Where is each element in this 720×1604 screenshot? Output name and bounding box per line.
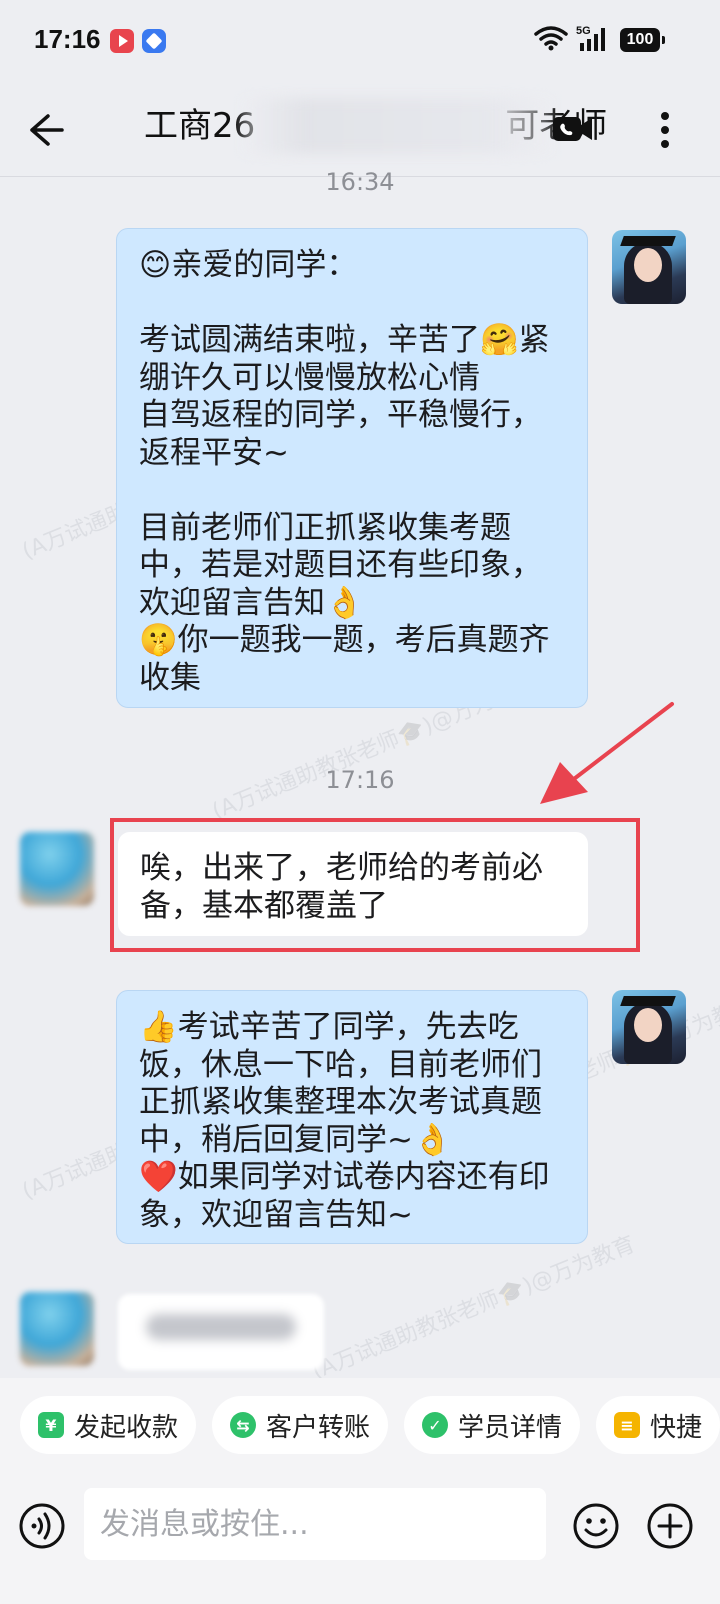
message-timestamp: 16:34 (325, 168, 395, 196)
emoji-icon[interactable] (572, 1502, 620, 1550)
video-app-notification-icon (110, 29, 134, 53)
quick-action-student-details[interactable]: ✓ 学员详情 (404, 1396, 581, 1454)
video-call-icon[interactable] (552, 114, 594, 144)
message-input-bar (0, 1478, 720, 1604)
teacher-avatar[interactable] (612, 990, 686, 1064)
more-options-icon[interactable] (660, 108, 670, 152)
quick-action-bar: ¥ 发起收款 ⇆ 客户转账 ✓ 学员详情 ≡ 快捷 (0, 1378, 720, 1478)
red-highlight-box (110, 818, 640, 952)
shortcut-icon: ≡ (614, 1412, 640, 1438)
payment-shield-icon: ¥ (38, 1412, 64, 1438)
student-avatar[interactable] (20, 1292, 94, 1366)
battery-icon: 100 (620, 28, 665, 52)
status-bar: 17:16 5G 100 (0, 0, 720, 84)
title-redaction (242, 98, 552, 154)
signal-icon: 5G (576, 25, 605, 51)
chip-label: 快捷 (650, 1412, 703, 1443)
student-profile-icon: ✓ (422, 1412, 448, 1438)
red-arrow-annotation (540, 702, 674, 804)
chip-label: 客户转账 (266, 1412, 371, 1443)
chat-header: 工商26可老师 (0, 84, 720, 177)
chip-label: 学员详情 (458, 1412, 563, 1443)
back-arrow-icon[interactable] (24, 108, 68, 152)
network-label: 5G (576, 25, 591, 37)
voice-input-icon[interactable] (18, 1502, 66, 1550)
teacher-avatar[interactable] (612, 230, 686, 304)
quick-action-collect-payment[interactable]: ¥ 发起收款 (20, 1396, 197, 1454)
watermark: (A万试通助教张老师🎓)@万为教育 (308, 1231, 639, 1385)
status-time: 17:16 (34, 24, 101, 54)
quick-action-shortcuts[interactable]: ≡ 快捷 (596, 1396, 720, 1454)
app-notification-icon (142, 29, 166, 53)
quick-action-customer-transfer[interactable]: ⇆ 客户转账 (212, 1396, 389, 1454)
student-avatar[interactable] (20, 832, 94, 906)
redacted-message-bubble[interactable] (118, 1294, 324, 1370)
chat-title-prefix: 工商26 (144, 106, 256, 146)
transfer-icon: ⇆ (230, 1412, 256, 1438)
wifi-icon (534, 26, 568, 51)
plus-icon[interactable] (646, 1502, 694, 1550)
teacher-message-bubble[interactable]: 😊亲爱的同学： 考试圆满结束啦，辛苦了🤗紧绷许久可以慢慢放松心情 自驾返程的同学… (116, 228, 588, 708)
teacher-message-bubble[interactable]: 👍考试辛苦了同学，先去吃饭，休息一下哈，目前老师们正抓紧收集整理本次考试真题中，… (116, 990, 588, 1244)
chip-label: 发起收款 (74, 1412, 179, 1443)
message-input[interactable] (84, 1488, 546, 1560)
